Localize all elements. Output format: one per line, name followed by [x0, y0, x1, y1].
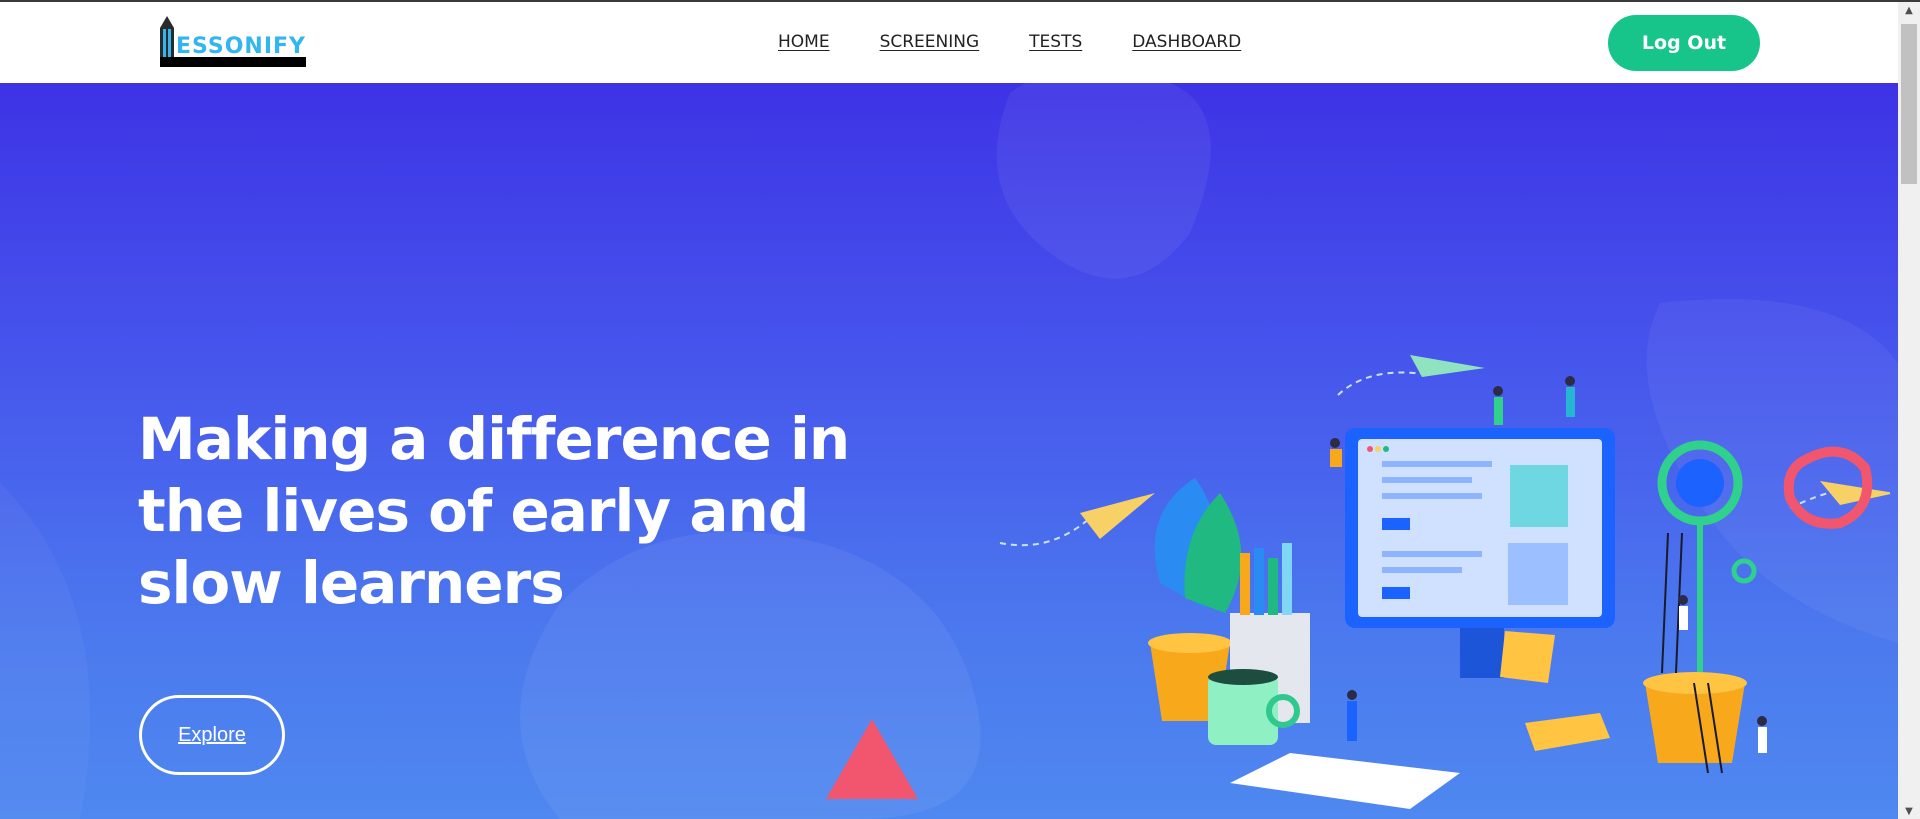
- navbar: ESSONIFY HOME SCREENING TESTS DASHBOARD …: [0, 2, 1898, 84]
- logo-underline-bar: [160, 57, 306, 67]
- learning-illustration: [999, 355, 1890, 809]
- nav-dashboard-link[interactable]: DASHBOARD: [1132, 32, 1241, 52]
- scrollbar-thumb[interactable]: [1901, 24, 1917, 184]
- logo-wordmark: ESSONIFY: [176, 34, 306, 59]
- nav-tests-link[interactable]: TESTS: [1029, 32, 1082, 52]
- nav-screening-link[interactable]: SCREENING: [880, 32, 980, 52]
- vertical-scrollbar[interactable]: ▲ ▼: [1898, 2, 1920, 819]
- main-navigation: HOME SCREENING TESTS DASHBOARD: [778, 32, 1241, 52]
- hero-title: Making a difference in the lives of earl…: [138, 405, 850, 617]
- triangle-down-icon[interactable]: ▼: [1898, 803, 1920, 819]
- explore-button[interactable]: Explore: [139, 695, 285, 775]
- nav-home-link[interactable]: HOME: [778, 32, 830, 52]
- hero-section: Making a difference in the lives of earl…: [0, 83, 1898, 819]
- triangle-up-icon[interactable]: ▲: [1898, 2, 1920, 18]
- brand-logo[interactable]: ESSONIFY: [156, 16, 308, 70]
- pink-triangle-decoration: [826, 719, 918, 799]
- logout-button[interactable]: Log Out: [1608, 15, 1760, 71]
